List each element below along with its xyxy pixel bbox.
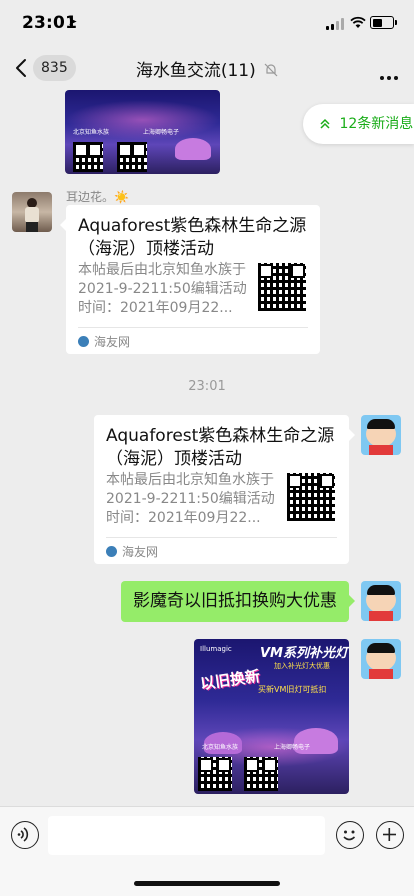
chat-title: 海水鱼交流(11): [0, 56, 414, 81]
mute-bell-icon: [264, 63, 278, 77]
source-label: 海友网: [94, 335, 131, 349]
outgoing-text-bubble[interactable]: 影魔奇以旧抵扣换购大优惠: [121, 581, 355, 622]
chat-message-list[interactable]: 北京知鱼水族 上海卿畅电子 12条新消息 耳边花。☀️ Aquaforest紫色…: [0, 90, 414, 806]
poster-badge: 以旧换新: [199, 666, 262, 694]
nav-bar: 835 海水鱼交流(11): [0, 46, 414, 90]
site-logo-icon: [106, 546, 117, 557]
more-options-icon[interactable]: [377, 65, 398, 84]
status-bar: 23:01 ➤: [0, 0, 414, 46]
card-source: 海友网: [106, 543, 158, 560]
poster-image[interactable]: Illumagic VM系列补光灯 加入补光灯大优惠 以旧换新 买新VM旧灯可抵…: [194, 639, 349, 794]
card-description: 本帖最后由北京知鱼水族于2021-9-2211:50编辑活动时间：2021年09…: [78, 262, 247, 316]
my-avatar[interactable]: [361, 415, 401, 455]
cellular-signal-icon: [326, 18, 344, 30]
new-messages-label: 12条新消息: [339, 116, 414, 132]
my-avatar[interactable]: [361, 639, 401, 679]
incoming-link-card[interactable]: Aquaforest紫色森林生命之源（海泥）顶楼活动 本帖最后由北京知鱼水族于2…: [60, 205, 320, 354]
qr-code-icon: [73, 142, 103, 172]
new-messages-button[interactable]: 12条新消息: [303, 104, 414, 144]
qr-code-icon: [244, 757, 278, 791]
poster-offer: 买新VM旧灯可抵扣: [258, 685, 327, 694]
source-label: 海友网: [122, 545, 159, 559]
message-input[interactable]: [48, 816, 325, 855]
home-indicator: [134, 881, 280, 886]
more-functions-button[interactable]: [376, 821, 404, 849]
poster-image-top[interactable]: 北京知鱼水族 上海卿畅电子: [65, 90, 220, 174]
qr-code-icon: [287, 473, 335, 521]
wifi-icon: [350, 16, 366, 28]
message-timestamp: 23:01: [188, 379, 226, 394]
site-logo-icon: [78, 336, 89, 347]
poster-headline: VM系列补光灯: [260, 646, 348, 661]
top-poster-shop-right: 上海卿畅电子: [143, 129, 180, 136]
poster-subhead: 加入补光灯大优惠: [274, 662, 330, 670]
group-name: 海水鱼交流(11): [135, 61, 256, 81]
voice-input-button[interactable]: [11, 821, 39, 849]
outgoing-link-card[interactable]: Aquaforest紫色森林生命之源（海泥）顶楼活动 本帖最后由北京知鱼水族于2…: [94, 415, 355, 564]
sender-avatar[interactable]: [12, 192, 52, 232]
divider: [106, 537, 337, 538]
qr-code-icon: [258, 263, 306, 311]
poster-shop-right: 上海卿畅电子: [274, 744, 311, 751]
plus-icon: [383, 828, 396, 841]
battery-icon: [370, 16, 397, 29]
my-avatar[interactable]: [361, 581, 401, 621]
divider: [78, 327, 308, 328]
smiley-icon: [343, 830, 356, 841]
poster-brand: Illumagic: [200, 645, 232, 653]
qr-code-icon: [117, 142, 147, 172]
poster-shop-left: 北京知鱼水族: [202, 744, 239, 751]
card-source: 海友网: [78, 333, 130, 350]
card-description: 本帖最后由北京知鱼水族于2021-9-2211:50编辑活动时间：2021年09…: [106, 472, 275, 526]
location-arrow-icon: ➤: [68, 15, 78, 28]
sender-name: 耳边花。☀️: [66, 190, 129, 204]
double-chevron-up-icon: [320, 118, 330, 129]
top-poster-shop-left: 北京知鱼水族: [73, 129, 110, 136]
voice-icon: [17, 827, 29, 842]
qr-code-icon: [198, 757, 232, 791]
emoji-button[interactable]: [336, 821, 364, 849]
card-title: Aquaforest紫色森林生命之源（海泥）顶楼活动: [78, 216, 307, 259]
card-title: Aquaforest紫色森林生命之源（海泥）顶楼活动: [106, 426, 335, 469]
